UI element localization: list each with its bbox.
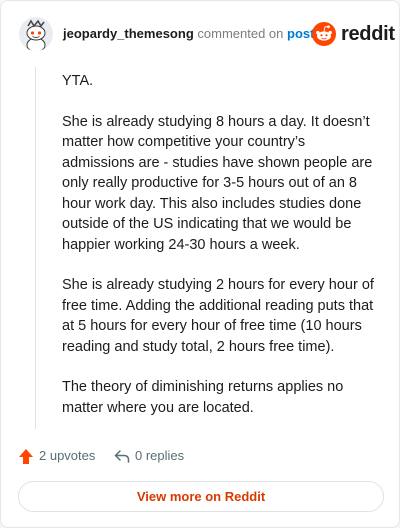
reddit-wordmark: reddit <box>341 23 395 45</box>
view-more-button[interactable]: View more on Reddit <box>18 481 384 512</box>
comment-paragraph: She is already studying 2 hours for ever… <box>62 277 374 355</box>
replies-button[interactable]: 0 replies <box>114 446 184 466</box>
comment-header: jeopardy_themesong commented on post red… <box>1 1 399 65</box>
comment-paragraph: The theory of diminishing returns applie… <box>62 379 344 416</box>
username-link[interactable]: jeopardy_themesong <box>63 26 194 41</box>
reply-arrow-icon <box>114 450 130 463</box>
embedded-comment-card: jeopardy_themesong commented on post red… <box>0 0 400 528</box>
upvote-arrow-icon <box>19 448 33 464</box>
reddit-brand[interactable]: reddit <box>312 22 395 46</box>
comment-paragraph: She is already studying 8 hours a day. I… <box>62 113 373 253</box>
replies-count: 0 replies <box>135 448 185 463</box>
comment-paragraph: YTA. <box>62 73 94 89</box>
upvote-button[interactable]: 2 upvotes <box>18 446 95 466</box>
post-link[interactable]: post <box>287 26 314 41</box>
comment-actions: 2 upvotes 0 replies <box>1 441 399 471</box>
reddit-logo-icon <box>312 22 336 46</box>
thread-line <box>35 67 36 429</box>
upvote-count: 2 upvotes <box>39 448 96 463</box>
commented-on-text: commented on <box>197 26 284 41</box>
comment-body: YTA. She is already studying 8 hours a d… <box>62 71 380 438</box>
comment-byline: jeopardy_themesong commented on post <box>63 26 314 42</box>
user-avatar-icon[interactable] <box>19 17 53 51</box>
